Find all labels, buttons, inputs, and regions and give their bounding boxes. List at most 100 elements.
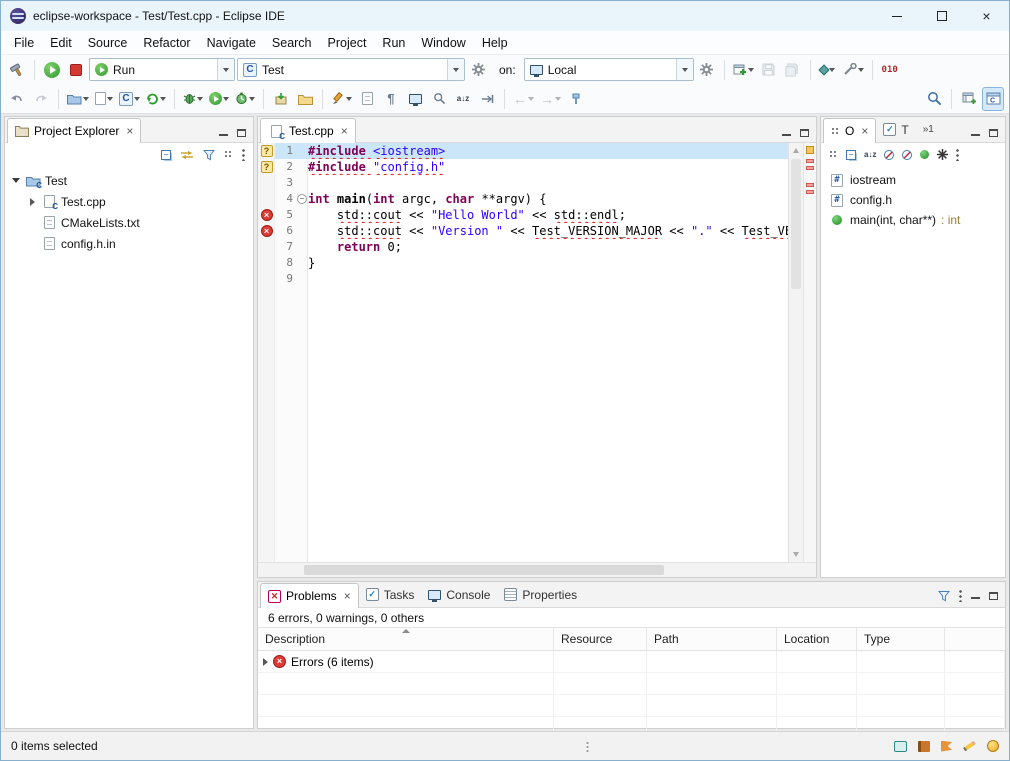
filter-button[interactable] (203, 149, 215, 161)
build-all-button[interactable] (144, 87, 168, 111)
maximize-button[interactable] (919, 1, 964, 31)
tab-task-list[interactable]: ✓ T (876, 117, 915, 142)
view-menu-button[interactable] (956, 148, 959, 161)
sort-button[interactable]: a↓z (864, 150, 876, 159)
run-history-button[interactable] (207, 87, 231, 111)
tab-project-explorer[interactable]: Project Explorer × (7, 118, 141, 143)
menu-project[interactable]: Project (320, 33, 375, 53)
code-text[interactable]: } (308, 255, 788, 271)
overview-ruler[interactable] (803, 143, 816, 562)
open-console-button[interactable] (404, 87, 426, 111)
scrollbar-thumb[interactable] (304, 565, 664, 575)
new-wizard-button[interactable] (731, 58, 756, 82)
launch-mode-combo[interactable]: Run (89, 58, 235, 81)
scroll-down-arrow[interactable] (793, 552, 799, 557)
maximize-view-button[interactable] (989, 592, 998, 600)
code-text[interactable]: std::cout << "Hello World" << std::endl; (308, 207, 788, 223)
fold-column[interactable]: − (296, 194, 308, 204)
tree-expand-arrow[interactable] (27, 198, 37, 206)
link-with-editor-button[interactable] (180, 150, 194, 160)
minimize-view-button[interactable] (782, 130, 791, 136)
column-header-path[interactable]: Path (647, 628, 777, 650)
tree-item[interactable]: config.h.in (5, 233, 253, 254)
close-icon[interactable]: × (861, 124, 868, 138)
error-marker-icon[interactable]: × (261, 225, 273, 237)
build-button[interactable] (6, 58, 28, 82)
skip-breakpoints-button[interactable] (817, 58, 839, 82)
column-header-type[interactable]: Type (857, 628, 945, 650)
editor-line[interactable]: ?1#include <iostream> (258, 143, 788, 159)
hide-inactive-button[interactable] (937, 149, 948, 160)
minimize-view-button[interactable] (971, 593, 980, 599)
close-icon[interactable]: × (341, 124, 348, 138)
scroll-up-arrow[interactable] (793, 148, 799, 153)
expand-chevron-icon[interactable] (263, 658, 268, 666)
open-element-button[interactable] (428, 87, 450, 111)
column-header-location[interactable]: Location (777, 628, 857, 650)
minimize-button[interactable] (874, 1, 919, 31)
pin-editor-button[interactable] (565, 87, 587, 111)
forward-button[interactable]: → (538, 87, 563, 111)
edit-pencil-icon[interactable] (963, 741, 976, 752)
editor-line[interactable]: ×5 std::cout << "Hello World" << std::en… (258, 207, 788, 223)
error-marker[interactable] (806, 159, 814, 163)
editor-line[interactable]: 9 (258, 271, 788, 287)
code-text[interactable]: #include "config.h" (308, 159, 788, 175)
outline-item[interactable]: #iostream (821, 170, 1005, 190)
menu-search[interactable]: Search (264, 33, 320, 53)
outline-item[interactable]: #config.h (821, 190, 1005, 210)
redo-button[interactable] (30, 87, 52, 111)
hide-fields-button[interactable] (884, 150, 894, 160)
focus-button[interactable] (224, 150, 233, 159)
menu-run[interactable]: Run (374, 33, 413, 53)
maximize-view-button[interactable] (800, 129, 809, 137)
view-menu-button[interactable] (959, 589, 962, 602)
open-folder-button[interactable] (294, 87, 316, 111)
minimize-view-button[interactable] (971, 130, 980, 136)
run-last-button[interactable] (41, 58, 63, 82)
back-button[interactable]: ← (511, 87, 536, 111)
tree-expand-arrow[interactable] (11, 178, 21, 183)
save-all-button[interactable] (782, 58, 804, 82)
new-c-project-button[interactable] (65, 87, 91, 111)
editor-line[interactable]: 4−int main(int argc, char **argv) { (258, 191, 788, 207)
code-text[interactable]: int main(int argc, char **argv) { (308, 191, 788, 207)
tab-test-cpp[interactable]: C Test.cpp × (260, 118, 356, 143)
debug-button[interactable] (181, 87, 205, 111)
profile-button[interactable] (233, 87, 257, 111)
column-header-description[interactable]: Description (258, 628, 554, 650)
text-editor[interactable]: ?1#include <iostream>?2#include "config.… (258, 143, 788, 562)
maximize-view-button[interactable] (237, 129, 246, 137)
menu-edit[interactable]: Edit (42, 33, 80, 53)
editor-line[interactable]: 3 (258, 175, 788, 191)
focus-button[interactable] (829, 150, 838, 159)
annotate-pen-button[interactable] (329, 87, 354, 111)
hide-static-button[interactable] (902, 150, 912, 160)
menu-navigate[interactable]: Navigate (199, 33, 264, 53)
menu-window[interactable]: Window (413, 33, 473, 53)
cpp-perspective-button[interactable]: C (982, 87, 1004, 111)
last-edit-location-button[interactable] (356, 87, 378, 111)
overview-header-marker[interactable] (806, 146, 814, 154)
terminate-button[interactable] (65, 58, 87, 82)
shift-right-button[interactable] (476, 87, 498, 111)
error-group-row[interactable]: × Errors (6 items) (258, 651, 1005, 673)
view-menu-button[interactable] (242, 148, 245, 161)
undo-button[interactable] (6, 87, 28, 111)
help-book-icon[interactable] (918, 741, 930, 752)
target-settings-button[interactable] (696, 58, 718, 82)
show-whitespace-button[interactable]: ¶ (380, 87, 402, 111)
tree-item[interactable]: CTest.cpp (5, 191, 253, 212)
new-file-button[interactable] (93, 87, 115, 111)
editor-line[interactable]: 7 return 0; (258, 239, 788, 255)
editor-line[interactable]: ?2#include "config.h" (258, 159, 788, 175)
whats-new-icon[interactable] (941, 741, 952, 752)
tab-problems[interactable]: ✕ Problems × (260, 583, 359, 608)
dropdown-button[interactable] (676, 59, 693, 80)
code-text[interactable]: return 0; (308, 239, 788, 255)
notification-icon[interactable] (987, 740, 999, 752)
error-marker[interactable] (806, 166, 814, 170)
close-icon[interactable]: × (126, 124, 133, 138)
close-icon[interactable]: × (344, 589, 351, 603)
new-class-button[interactable]: C (117, 87, 142, 111)
